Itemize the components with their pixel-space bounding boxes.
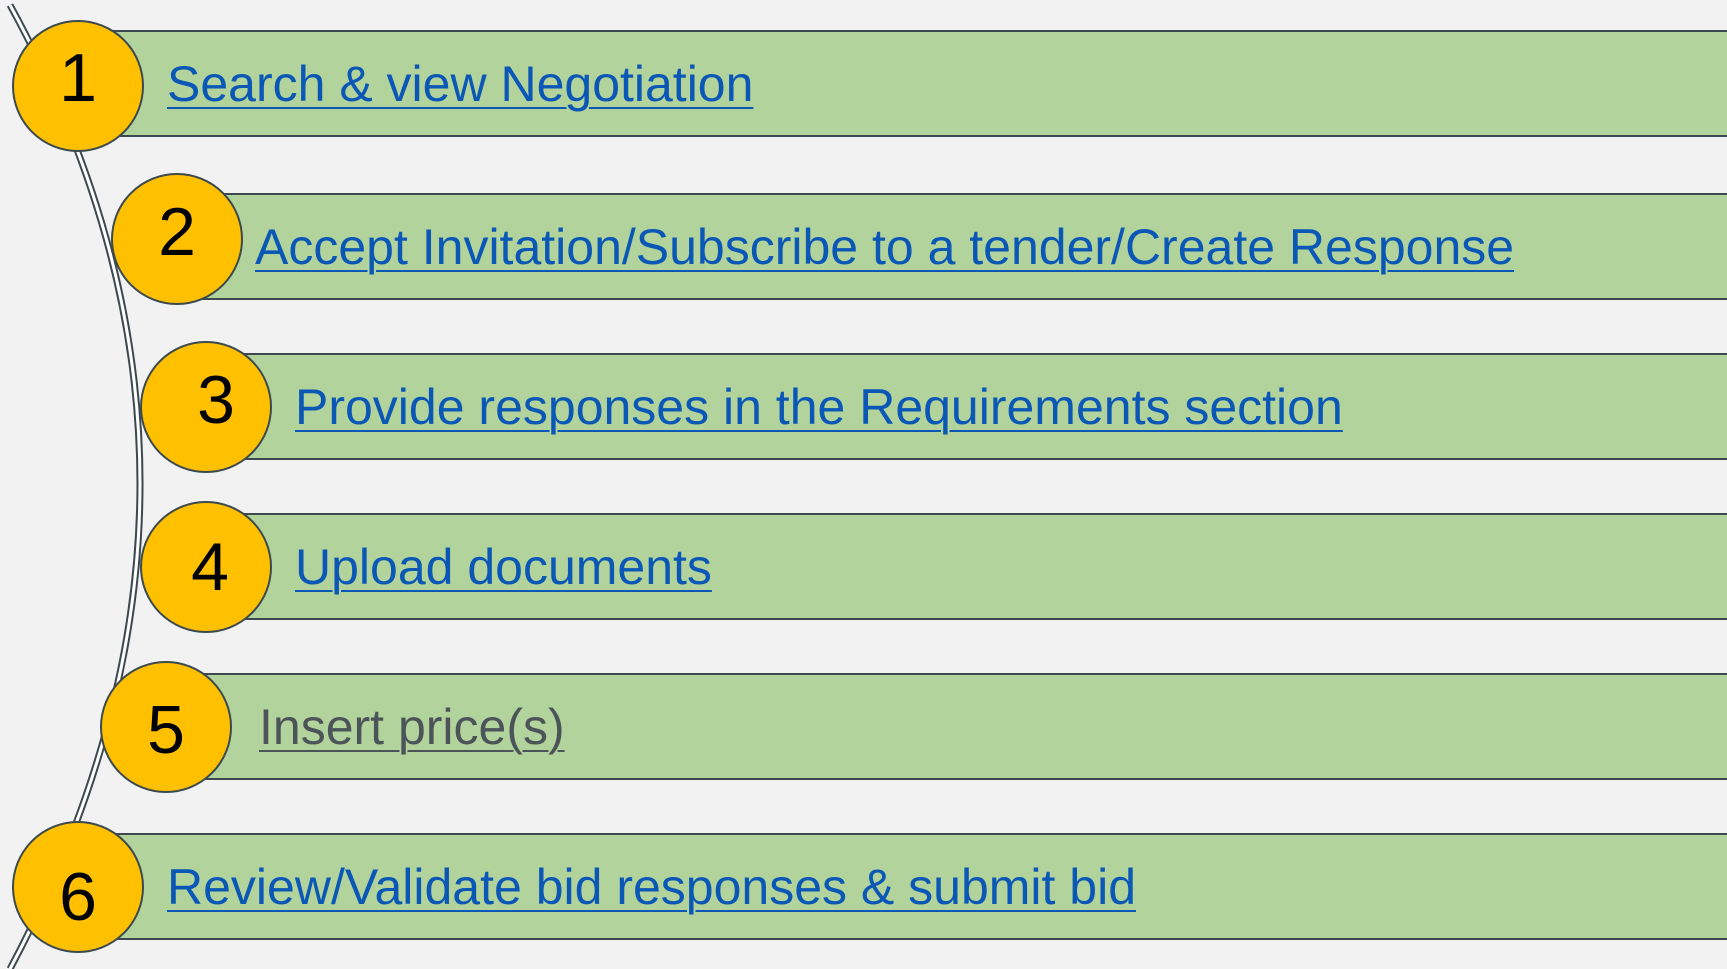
step-2-number: 2	[158, 194, 196, 270]
step-5-number: 5	[147, 692, 185, 768]
step-4-bar: Upload documents	[215, 513, 1727, 620]
step-3-link[interactable]: Provide responses in the Requirements se…	[295, 382, 1343, 432]
step-2-link[interactable]: Accept Invitation/Subscribe to a tender/…	[255, 222, 1514, 272]
connector-arc	[6, 3, 144, 969]
step-2-bar: Accept Invitation/Subscribe to a tender/…	[185, 193, 1727, 300]
step-1-link[interactable]: Search & view Negotiation	[167, 59, 753, 109]
step-5-link[interactable]: Insert price(s)	[259, 702, 565, 752]
step-6-number: 6	[59, 859, 97, 935]
step-2-badge[interactable]: 2	[111, 173, 243, 305]
step-5-bar: Insert price(s)	[185, 673, 1727, 780]
step-6-link[interactable]: Review/Validate bid responses & submit b…	[167, 862, 1136, 912]
step-4-badge[interactable]: 4	[140, 501, 272, 633]
step-3-badge[interactable]: 3	[140, 341, 272, 473]
step-4-link[interactable]: Upload documents	[295, 542, 712, 592]
step-3-bar: Provide responses in the Requirements se…	[215, 353, 1727, 460]
process-steps-diagram: Search & view Negotiation 1 Accept Invit…	[0, 0, 1727, 969]
step-6-bar: Review/Validate bid responses & submit b…	[85, 833, 1727, 940]
step-5-badge[interactable]: 5	[100, 661, 232, 793]
step-1-bar: Search & view Negotiation	[85, 30, 1727, 137]
step-3-number: 3	[197, 362, 235, 438]
step-4-number: 4	[191, 529, 229, 605]
step-6-badge[interactable]: 6	[12, 821, 144, 953]
step-1-number: 1	[59, 40, 97, 116]
step-1-badge[interactable]: 1	[12, 20, 144, 152]
